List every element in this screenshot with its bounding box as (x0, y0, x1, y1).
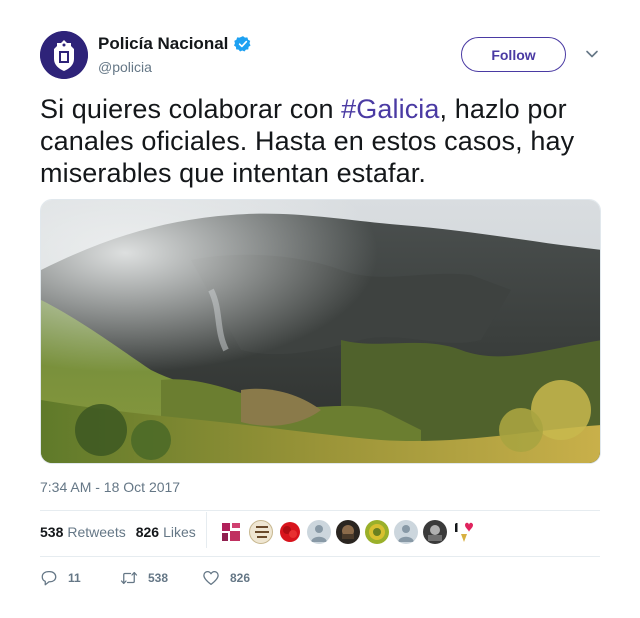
name-row: Policía Nacional (98, 34, 252, 54)
tweet-photo[interactable] (40, 199, 601, 464)
reply-count: 11 (68, 571, 81, 585)
retweets-label[interactable]: Retweets (67, 524, 125, 540)
hashtag-link[interactable]: #Galicia (341, 94, 439, 124)
tweet-actions: 11 538 826 (40, 568, 250, 588)
divider-bottom (40, 556, 600, 557)
likes-count[interactable]: 826 (136, 524, 159, 540)
retweet-count: 538 (148, 571, 169, 585)
liker-avatar[interactable] (365, 520, 389, 544)
retweets-count[interactable]: 538 (40, 524, 63, 540)
tweet-card: Policía Nacional @policia Follow Si quie… (0, 0, 640, 618)
like-button[interactable]: 826 (202, 569, 250, 587)
liker-avatar[interactable] (423, 520, 447, 544)
reply-icon (41, 570, 57, 586)
tweet-text-start: Si quieres colaborar con (40, 94, 342, 124)
verified-badge-icon (234, 35, 252, 53)
tweet-stats: 538 Retweets 826 Likes (40, 522, 206, 542)
liker-avatar[interactable] (307, 520, 331, 544)
tweet-timestamp[interactable]: 7:34 AM - 18 Oct 2017 (40, 479, 180, 495)
like-count: 826 (230, 571, 251, 585)
liker-avatar[interactable] (336, 520, 360, 544)
liker-avatar[interactable] (452, 520, 476, 544)
liker-avatar[interactable] (278, 520, 302, 544)
heart-icon (203, 570, 219, 586)
liker-avatar[interactable] (394, 520, 418, 544)
liker-avatars (220, 520, 481, 544)
chevron-down-icon[interactable] (585, 47, 599, 61)
liker-avatar[interactable] (220, 520, 244, 544)
avatar[interactable] (40, 31, 88, 79)
display-name[interactable]: Policía Nacional (98, 34, 228, 54)
liker-avatar[interactable] (249, 520, 273, 544)
retweet-button[interactable]: 538 (120, 569, 202, 587)
divider-top (40, 510, 600, 511)
tweet-text: Si quieres colaborar con #Galicia, hazlo… (40, 93, 610, 189)
stats-separator (206, 512, 207, 548)
retweet-icon (120, 571, 138, 585)
follow-button[interactable]: Follow (461, 37, 566, 72)
account-handle[interactable]: @policia (98, 59, 152, 75)
likes-label[interactable]: Likes (163, 524, 196, 540)
reply-button[interactable]: 11 (40, 569, 120, 587)
